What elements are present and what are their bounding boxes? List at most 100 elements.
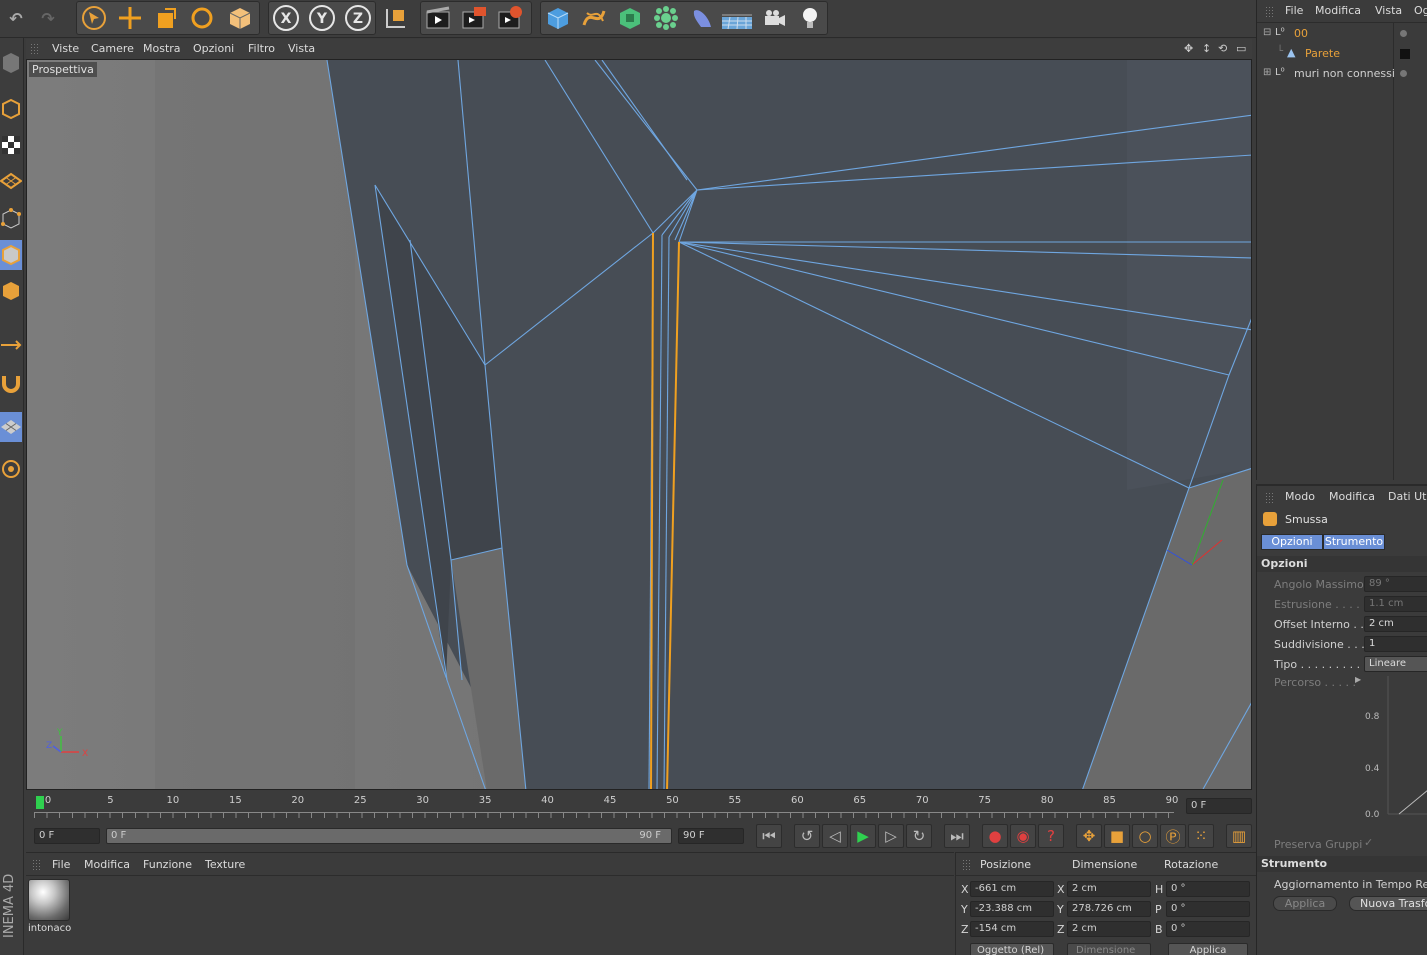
spline-icon[interactable] [578,2,610,34]
object-name[interactable]: muri non connessi [1294,67,1395,80]
expand-icon[interactable]: ⊞ [1263,67,1271,78]
mat-menu-funzione[interactable]: Funzione [143,858,192,871]
texture-mode-icon[interactable] [0,130,22,160]
scale-icon[interactable] [150,2,182,34]
playhead-marker[interactable] [36,796,44,809]
go-to-start-icon[interactable]: ⏮ [756,824,782,848]
panel-grip[interactable] [1265,492,1275,504]
attr-menu-modo[interactable]: Modo [1285,490,1315,503]
extrusion-field[interactable]: 1.1 cm [1364,596,1427,612]
menu-mostra[interactable]: Mostra [143,42,181,55]
cube-icon[interactable] [542,2,574,34]
size-y-field[interactable]: 278.726 cm [1067,901,1151,917]
light-icon[interactable] [794,2,826,34]
key-rotation-icon[interactable]: ○ [1132,824,1158,848]
preserve-groups-checkbox[interactable]: ✓ [1364,836,1373,849]
mat-menu-modifica[interactable]: Modifica [84,858,130,871]
path-spline-graph[interactable]: 0.8 0.4 0.0 [1363,674,1427,824]
obj-menu-modifica[interactable]: Modifica [1315,4,1361,17]
key-parameter-icon[interactable]: Ⓟ [1160,824,1186,848]
rotate-icon[interactable] [186,2,218,34]
key-pla-icon[interactable]: ⁙ [1188,824,1214,848]
move-icon[interactable] [114,2,146,34]
obj-menu-file[interactable]: File [1285,4,1303,17]
key-scale-icon[interactable]: ■ [1104,824,1130,848]
menu-filtro[interactable]: Filtro [248,42,275,55]
scene-canvas[interactable]: X Y Z [27,60,1252,790]
mat-menu-file[interactable]: File [52,858,70,871]
tab-opzioni[interactable]: Opzioni [1261,534,1323,550]
object-row[interactable]: └ ▲ Parete [1257,44,1427,64]
mat-menu-texture[interactable]: Texture [205,858,245,871]
obj-menu-vista[interactable]: Vista [1375,4,1402,17]
rotation-h-field[interactable]: 0 ° [1166,881,1250,897]
viewport-3d[interactable]: X Y Z [26,59,1252,790]
realtime-update-label[interactable]: Aggiornamento in Tempo Reale [1274,878,1427,891]
locked-workplane-icon[interactable] [0,452,22,482]
apply-button[interactable]: Applica [1273,896,1337,911]
menu-vista[interactable]: Vista [288,42,315,55]
attr-menu-dati-utente[interactable]: Dati Ute [1388,490,1427,503]
coordinate-mode-select[interactable]: Oggetto (Rel) [970,943,1054,955]
new-transform-button[interactable]: Nuova Trasfo [1349,896,1427,911]
expand-arrow-icon[interactable]: ▶ [1355,675,1361,684]
size-x-field[interactable]: 2 cm [1067,881,1151,897]
panel-grip[interactable] [962,859,972,871]
max-angle-field[interactable]: 89 ° [1364,576,1427,592]
position-x-field[interactable]: -661 cm [970,881,1054,897]
size-z-field[interactable]: 2 cm [1067,921,1151,937]
material-tag-icon[interactable] [1400,49,1410,59]
maximize-view-icon[interactable]: ▭ [1236,42,1246,55]
go-to-end-icon[interactable]: ⏭ [944,824,970,848]
make-editable-icon[interactable] [0,48,22,78]
previous-frame-icon[interactable]: ◁ [822,824,848,848]
previous-key-icon[interactable]: ↺ [794,824,820,848]
visibility-dot[interactable] [1400,30,1407,37]
redo-icon[interactable]: ↷ [32,2,64,34]
attr-menu-modifica[interactable]: Modifica [1329,490,1375,503]
menu-camere[interactable]: Camere [91,42,134,55]
snap-icon[interactable] [0,368,22,398]
record-keys-icon[interactable]: ● [982,824,1008,848]
end-frame-field[interactable]: 90 F [678,828,744,844]
camera-icon[interactable] [758,2,790,34]
object-icon[interactable] [224,2,256,34]
render-view-icon[interactable] [422,2,454,34]
nurbs-icon[interactable] [614,2,646,34]
rotate-view-icon[interactable]: ⟲ [1218,42,1227,55]
x-axis-icon[interactable]: X [270,2,302,34]
rotation-b-field[interactable]: 0 ° [1166,921,1250,937]
next-key-icon[interactable]: ↻ [906,824,932,848]
deformer-icon[interactable] [686,2,718,34]
next-frame-icon[interactable]: ▷ [878,824,904,848]
range-slider[interactable]: 0 F 90 F [106,828,672,844]
obj-menu-oggetti[interactable]: Og [1414,4,1427,17]
viewport-camera-label[interactable]: Prospettiva [29,62,97,77]
object-name[interactable]: Parete [1305,47,1340,60]
position-z-field[interactable]: -154 cm [970,921,1054,937]
position-y-field[interactable]: -23.388 cm [970,901,1054,917]
timeline-window-icon[interactable]: ▥ [1226,824,1252,848]
render-settings-icon[interactable] [494,2,526,34]
select-icon[interactable] [78,2,110,34]
visibility-dot[interactable] [1400,70,1407,77]
inner-offset-field[interactable]: 2 cm [1364,616,1427,632]
z-axis-icon[interactable]: Z [342,2,374,34]
object-name[interactable]: 00 [1294,27,1308,40]
axis-mode-icon[interactable] [0,330,22,360]
material-swatch[interactable]: intonaco [28,879,72,937]
coordinate-system-icon[interactable] [380,2,412,34]
panel-grip[interactable] [1265,6,1275,18]
play-icon[interactable]: ▶ [850,824,876,848]
render-picture-viewer-icon[interactable] [458,2,490,34]
keyframe-selection-icon[interactable]: ? [1038,824,1064,848]
points-mode-icon[interactable] [0,204,22,234]
undo-icon[interactable]: ↶ [0,2,32,34]
key-position-icon[interactable]: ✥ [1076,824,1102,848]
pan-view-icon[interactable]: ✥ [1184,42,1193,55]
zoom-view-icon[interactable]: ↕ [1202,42,1211,55]
panel-grip[interactable] [32,859,42,871]
rotation-p-field[interactable]: 0 ° [1166,901,1250,917]
panel-grip[interactable] [30,43,40,55]
autokey-icon[interactable]: ◉ [1010,824,1036,848]
